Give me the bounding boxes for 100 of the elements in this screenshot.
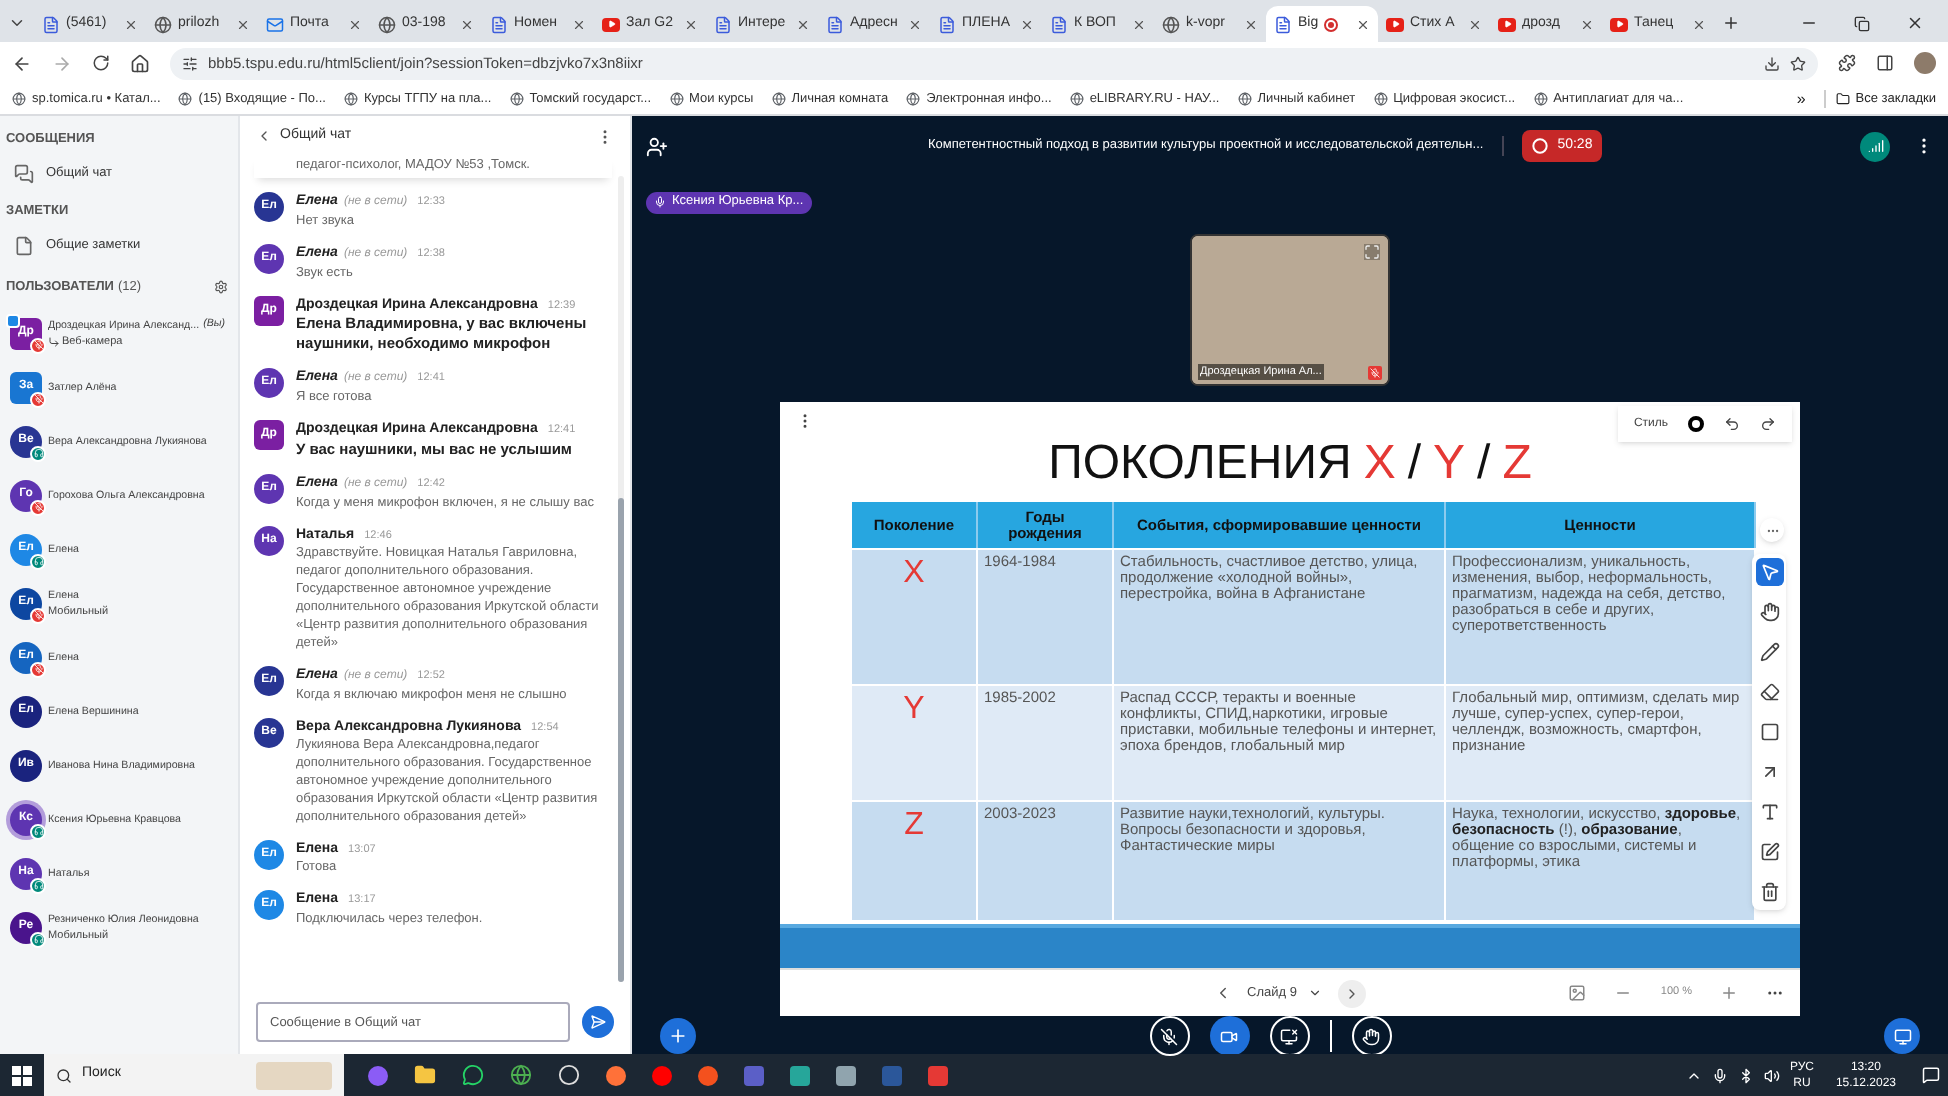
caret-icon <box>1308 986 1323 1000</box>
muted-microphone-icon <box>1160 1027 1178 1045</box>
round-app-icon[interactable] <box>652 1065 672 1085</box>
globe-icon <box>12 92 26 106</box>
volume-icon[interactable] <box>1763 1067 1780 1083</box>
tool-button[interactable] <box>1755 558 1783 586</box>
globe-icon <box>178 92 193 106</box>
extensions-icon[interactable] <box>1838 54 1856 72</box>
search-icon <box>56 1067 72 1083</box>
chat-bubble-icon[interactable] <box>462 1064 484 1086</box>
settings-icon[interactable] <box>214 279 228 294</box>
chat-bubbles-icon <box>14 163 34 184</box>
restore-icon[interactable] <box>1854 15 1870 31</box>
site-info-icon[interactable] <box>182 55 198 71</box>
close-tab-icon[interactable] <box>1692 17 1706 31</box>
folder-icon[interactable] <box>414 1064 436 1086</box>
reload-icon[interactable] <box>92 54 110 72</box>
round-app-icon[interactable] <box>368 1065 388 1085</box>
send-button[interactable] <box>582 1006 614 1038</box>
slide-title-text: Z <box>1502 438 1532 490</box>
play-icon <box>1386 17 1404 31</box>
slide-title-text: Y <box>1433 438 1466 490</box>
square-app-icon[interactable] <box>790 1065 810 1085</box>
document-icon <box>14 235 34 255</box>
presentation-button[interactable] <box>1884 1018 1920 1054</box>
fullscreen-icon[interactable] <box>1364 244 1380 260</box>
close-tab-icon[interactable] <box>684 17 698 31</box>
more-bookmarks-button[interactable]: » <box>1796 87 1806 111</box>
tool-button[interactable] <box>1755 678 1783 706</box>
undo-icon[interactable] <box>1724 416 1740 432</box>
camera-button[interactable] <box>1209 1016 1249 1056</box>
play-icon <box>1498 17 1516 31</box>
globe-icon <box>1533 92 1548 106</box>
screen-share-off-icon <box>1280 1027 1298 1045</box>
install-icon[interactable] <box>1764 55 1780 71</box>
notifications-icon[interactable] <box>1922 1066 1940 1084</box>
bluetooth-icon[interactable] <box>1737 1067 1754 1083</box>
back-icon[interactable] <box>12 53 32 73</box>
hand-icon <box>1759 602 1779 622</box>
round-app-icon[interactable] <box>698 1065 718 1085</box>
close-tab-icon[interactable] <box>572 17 586 31</box>
record-icon <box>1531 138 1548 154</box>
windows-logo-icon[interactable] <box>12 1065 32 1085</box>
close-tab-icon[interactable] <box>1244 17 1258 31</box>
scrollbar[interactable] <box>618 176 624 982</box>
globe-icon <box>1373 92 1388 106</box>
square-app-icon[interactable] <box>836 1065 856 1085</box>
globe-icon <box>1237 92 1252 106</box>
bookmark-star-icon[interactable] <box>1790 55 1806 71</box>
close-window-icon[interactable] <box>1906 14 1924 32</box>
square-icon <box>1759 722 1779 742</box>
tool-button[interactable] <box>1755 598 1783 626</box>
actions-button[interactable] <box>660 1018 696 1054</box>
page-icon <box>42 15 60 33</box>
close-tab-icon[interactable] <box>1132 17 1146 31</box>
close-tab-icon[interactable] <box>124 17 138 31</box>
page-icon <box>826 15 844 33</box>
microphone-icon[interactable] <box>1711 1067 1728 1083</box>
text-icon <box>1759 802 1779 822</box>
connection-status-button[interactable] <box>1860 131 1890 161</box>
browser-icon[interactable] <box>510 1064 532 1086</box>
mail-icon <box>266 15 284 33</box>
fit-to-width-icon[interactable] <box>1568 984 1587 1002</box>
note-icon <box>1759 842 1779 862</box>
close-tab-icon[interactable] <box>908 17 922 31</box>
plus-icon <box>668 1026 688 1046</box>
signal-icon <box>1867 138 1883 154</box>
square-app-icon[interactable] <box>744 1065 764 1085</box>
globe-icon <box>509 92 524 106</box>
close-tab-icon[interactable] <box>236 17 250 31</box>
close-tab-icon[interactable] <box>1580 17 1594 31</box>
globe-icon <box>343 92 358 106</box>
eraser-icon <box>1759 682 1779 702</box>
close-tab-icon[interactable] <box>1356 17 1370 31</box>
search-highlight-image <box>256 1061 332 1089</box>
close-tab-icon[interactable] <box>1020 17 1034 31</box>
slide-title-text: / <box>1477 438 1491 490</box>
globe-icon <box>771 92 786 106</box>
tool-button[interactable] <box>1755 638 1783 666</box>
users-toggle-icon[interactable] <box>646 135 668 157</box>
arrow-icon <box>1759 762 1779 782</box>
close-tab-icon[interactable] <box>796 17 810 31</box>
tab-search-icon[interactable] <box>8 14 26 32</box>
close-tab-icon[interactable] <box>1468 17 1482 31</box>
redo-icon[interactable] <box>1760 416 1776 432</box>
pencil-icon <box>1759 642 1779 662</box>
globe-icon <box>154 15 172 33</box>
ring-icon[interactable] <box>558 1064 580 1086</box>
camera-icon <box>1220 1027 1238 1045</box>
close-tab-icon[interactable] <box>460 17 474 31</box>
close-tab-icon[interactable] <box>348 17 362 31</box>
profile-avatar[interactable] <box>1914 52 1936 74</box>
round-app-icon[interactable] <box>606 1065 626 1085</box>
send-icon <box>590 1014 606 1030</box>
back-icon[interactable] <box>256 128 272 144</box>
slide-title-text: / <box>1407 438 1422 490</box>
side-panel-icon[interactable] <box>1876 54 1894 72</box>
new-tab-icon[interactable] <box>1722 14 1740 32</box>
square-app-icon[interactable] <box>928 1065 948 1085</box>
home-icon[interactable] <box>130 53 150 73</box>
